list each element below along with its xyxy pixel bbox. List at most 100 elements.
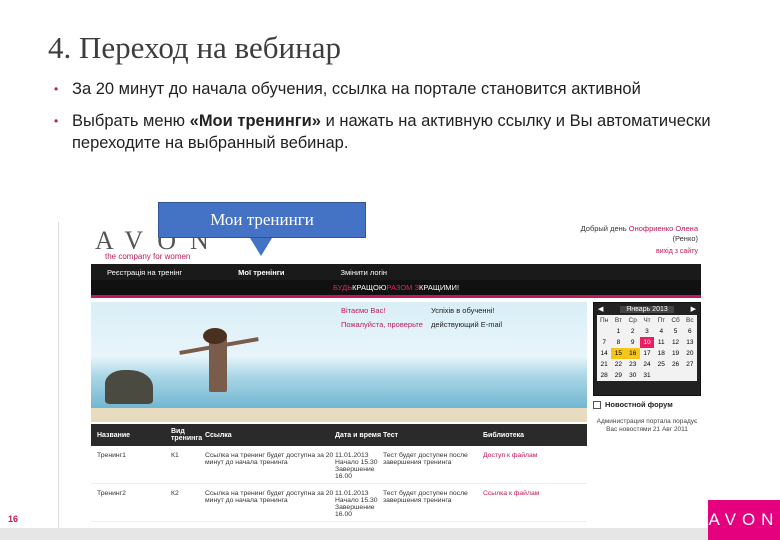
cal-day[interactable]: 8 [611, 337, 625, 348]
bullet-item: • Выбрать меню «Мои тренинги» и нажать н… [52, 110, 732, 154]
hero-image: Вітаємо Вас! Успіхів в обученні! Пожалуйс… [91, 302, 587, 422]
table-header: Название Вид тренинга Ссылка Дата и врем… [91, 424, 587, 446]
cal-day [668, 370, 682, 381]
banner-part: КРАЩОЮ [352, 283, 387, 292]
bullet-text-bold: «Мои тренинги» [189, 112, 321, 130]
cal-day[interactable]: 10 [639, 337, 655, 348]
slogan-banner: БУДЬ КРАЩОЮ РАЗОМ З КРАЩИМИ! [91, 280, 701, 298]
cell-test: Тест будет доступен после завершения тре… [383, 452, 468, 466]
col-header: Вид тренинга [171, 428, 203, 442]
cal-next-icon[interactable]: ▶ [691, 305, 696, 313]
hero-messages: Вітаємо Вас! Успіхів в обученні! Пожалуйс… [341, 304, 581, 332]
cal-day-header: Чт [643, 317, 651, 324]
col-header: Название [97, 431, 131, 439]
cal-day[interactable]: 12 [668, 337, 682, 348]
cal-day[interactable]: 2 [626, 326, 640, 337]
cell-type: К1 [171, 452, 179, 459]
cell-library-link[interactable]: Ссылка к файлам [483, 490, 587, 497]
rock-shape [105, 370, 153, 404]
sand-shape [91, 408, 587, 422]
cal-day[interactable]: 5 [668, 326, 682, 337]
cal-day[interactable]: 11 [654, 337, 668, 348]
forum-header[interactable]: Новостной форум [593, 400, 701, 409]
cal-day[interactable]: 1 [611, 326, 625, 337]
cal-day[interactable]: 23 [626, 359, 640, 370]
cal-day-header: Пн [600, 317, 609, 324]
cal-day[interactable]: 27 [683, 359, 697, 370]
cal-day[interactable]: 26 [668, 359, 682, 370]
bullet-dot-icon: • [54, 114, 59, 128]
greeting-text: Добрый день [580, 224, 627, 233]
hero-msg: действующий E-mail [431, 320, 503, 329]
cal-day[interactable]: 29 [611, 370, 625, 381]
cal-day-header: Вс [686, 317, 694, 324]
portal-navbar: Реєстрація на тренінг Мої тренінги Зміни… [91, 264, 701, 280]
forum-label: Новостной форум [605, 400, 673, 409]
cell-test: Тест будет доступен после завершения тре… [383, 490, 468, 504]
col-header: Ссылка [205, 431, 232, 439]
callout-arrow-icon [250, 238, 272, 256]
cal-day[interactable]: 15 [611, 348, 626, 359]
cal-day[interactable]: 21 [597, 359, 611, 370]
cell-name: Тренинг2 [97, 490, 126, 497]
hero-msg: Успіхів в обученні! [431, 306, 495, 315]
cal-day[interactable]: 30 [626, 370, 640, 381]
banner-part: КРАЩИМИ! [419, 283, 460, 292]
cal-prev-icon[interactable]: ◀ [598, 305, 603, 313]
cal-day[interactable]: 18 [654, 348, 668, 359]
col-header: Дата и время [335, 431, 382, 439]
cal-day[interactable]: 14 [597, 348, 611, 359]
trainings-table: Название Вид тренинга Ссылка Дата и врем… [91, 424, 587, 522]
page-number: 16 [8, 514, 19, 524]
cell-date: 11.01.2013 Начало 15.30 Завершение 16.00 [335, 452, 378, 480]
nav-item-my-trainings[interactable]: Мої тренінги [238, 268, 284, 277]
cal-day[interactable]: 6 [683, 326, 697, 337]
cal-month: Январь 2013 [620, 305, 674, 313]
cal-day[interactable]: 17 [640, 348, 654, 359]
bullet-dot-icon: • [54, 82, 59, 96]
user-name: Онофриенко Олена [628, 224, 698, 233]
exit-link[interactable]: вихід з сайту [656, 248, 698, 255]
footer-bar [0, 528, 780, 540]
bullet-text-prefix: Выбрать меню [72, 112, 190, 130]
checkbox-icon[interactable] [593, 400, 601, 409]
cell-link[interactable]: Ссылка на тренинг будет доступна за 20 м… [205, 452, 335, 466]
tagline: the company for women [105, 252, 191, 261]
cell-date: 11.01.2013 Начало 15.30 Завершение 16.00 [335, 490, 378, 518]
woman-hair-shape [203, 328, 227, 344]
forum-text: Администрация портала порадує Вас новост… [596, 418, 698, 433]
cal-day[interactable]: 13 [683, 337, 697, 348]
cell-link[interactable]: Ссылка на тренинг будет доступна за 20 м… [205, 490, 335, 504]
greeting: Добрый день Онофриенко Олена (Ренко) [558, 224, 698, 244]
col-header: Библиотека [483, 431, 525, 439]
cal-day-header: Вт [614, 317, 622, 324]
cell-type: К2 [171, 490, 179, 497]
cal-day[interactable]: 20 [683, 348, 697, 359]
table-row: Тренинг2 К2 Ссылка на тренинг будет дост… [91, 484, 587, 522]
table-row: Тренинг1 К1 Ссылка на тренинг будет дост… [91, 446, 587, 484]
hero-msg: Вітаємо Вас! [341, 306, 386, 315]
hero-msg: Пожалуйста, проверьте [341, 320, 423, 329]
cal-day[interactable]: 24 [640, 359, 654, 370]
cal-day-header: Пт [657, 317, 666, 324]
cal-day[interactable]: 4 [654, 326, 668, 337]
cal-day[interactable]: 3 [640, 326, 654, 337]
cal-day[interactable]: 31 [640, 370, 654, 381]
footer-avon-logo: AVON [708, 500, 780, 540]
portal-screenshot: AVON the company for women Добрый день О… [58, 222, 708, 528]
cal-day[interactable]: 19 [668, 348, 682, 359]
bullet-list: • За 20 минут до начала обучения, ссылка… [52, 78, 732, 164]
banner-part: БУДЬ [332, 283, 353, 292]
cal-day[interactable]: 9 [626, 337, 640, 348]
nav-item-change-login[interactable]: Змінити логін [341, 268, 388, 277]
cal-day[interactable]: 22 [611, 359, 625, 370]
cell-library-link[interactable]: Доступ к файлам [483, 452, 587, 459]
cal-day[interactable]: 7 [597, 337, 611, 348]
slide-title: 4. Переход на вебинар [48, 30, 341, 65]
cal-day[interactable]: 25 [654, 359, 668, 370]
bullet-text: За 20 минут до начала обучения, ссылка н… [72, 80, 641, 98]
nav-item-registration[interactable]: Реєстрація на тренінг [107, 268, 182, 277]
cal-day[interactable]: 28 [597, 370, 611, 381]
cal-day[interactable]: 16 [625, 348, 640, 359]
bullet-item: • За 20 минут до начала обучения, ссылка… [52, 78, 732, 100]
